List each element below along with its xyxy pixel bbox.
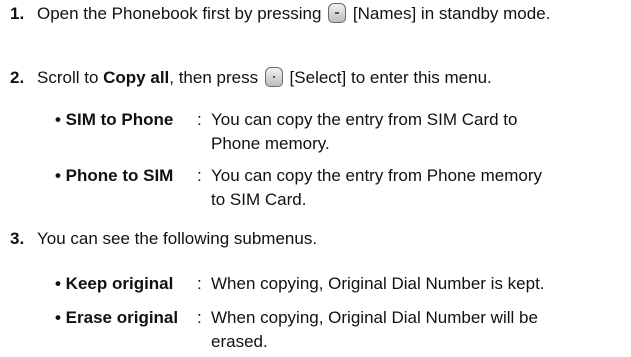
- menu-name-copy-all: Copy all: [103, 68, 170, 87]
- step-number: 3.: [10, 229, 25, 248]
- center-select-key-icon: [264, 67, 283, 87]
- submenu-desc-line: When copying, Original Dial Number will …: [211, 308, 538, 327]
- step-text: Open the Phonebook first by pressing [Na…: [37, 2, 617, 26]
- submenu-desc-line: When copying, Original Dial Number is ke…: [211, 274, 545, 293]
- left-soft-key-icon: [328, 3, 347, 23]
- step-number: 1.: [10, 4, 25, 23]
- option-desc-line: You can copy the entry from SIM Card to: [211, 110, 518, 129]
- submenu-colon: :: [197, 274, 202, 293]
- submenu-term: • Erase original: [55, 308, 179, 327]
- option-desc-line: Phone memory.: [211, 134, 330, 153]
- option-description: You can copy the entry from SIM Card to …: [211, 108, 631, 156]
- option-colon: :: [197, 110, 202, 129]
- submenu-desc-line: erased.: [211, 332, 268, 351]
- option-term: • SIM to Phone: [55, 110, 174, 129]
- step-text: You can see the following submenus.: [37, 229, 318, 248]
- manual-page: 1. Open the Phonebook first by pressing …: [0, 0, 631, 357]
- option-desc-line: You can copy the entry from Phone memory: [211, 166, 543, 185]
- step-text: Scroll to Copy all, then press [Select] …: [37, 66, 617, 90]
- submenu-colon: :: [197, 308, 202, 327]
- option-description: You can copy the entry from Phone memory…: [211, 164, 631, 212]
- step-text-before: Open the Phonebook first by pressing: [37, 4, 327, 23]
- option-colon: :: [197, 166, 202, 185]
- submenu-description: When copying, Original Dial Number will …: [211, 306, 631, 354]
- step-text-before: Scroll to: [37, 68, 104, 87]
- step-number: 2.: [10, 68, 25, 87]
- option-term: • Phone to SIM: [55, 166, 174, 185]
- submenu-term: • Keep original: [55, 274, 174, 293]
- submenu-description: When copying, Original Dial Number is ke…: [211, 272, 631, 296]
- step-key-label: [Select] to enter this menu.: [284, 68, 492, 87]
- step-key-label: [Names] in standby mode.: [348, 4, 551, 23]
- option-desc-line: to SIM Card.: [211, 190, 307, 209]
- step-text-after: , then press: [169, 68, 263, 87]
